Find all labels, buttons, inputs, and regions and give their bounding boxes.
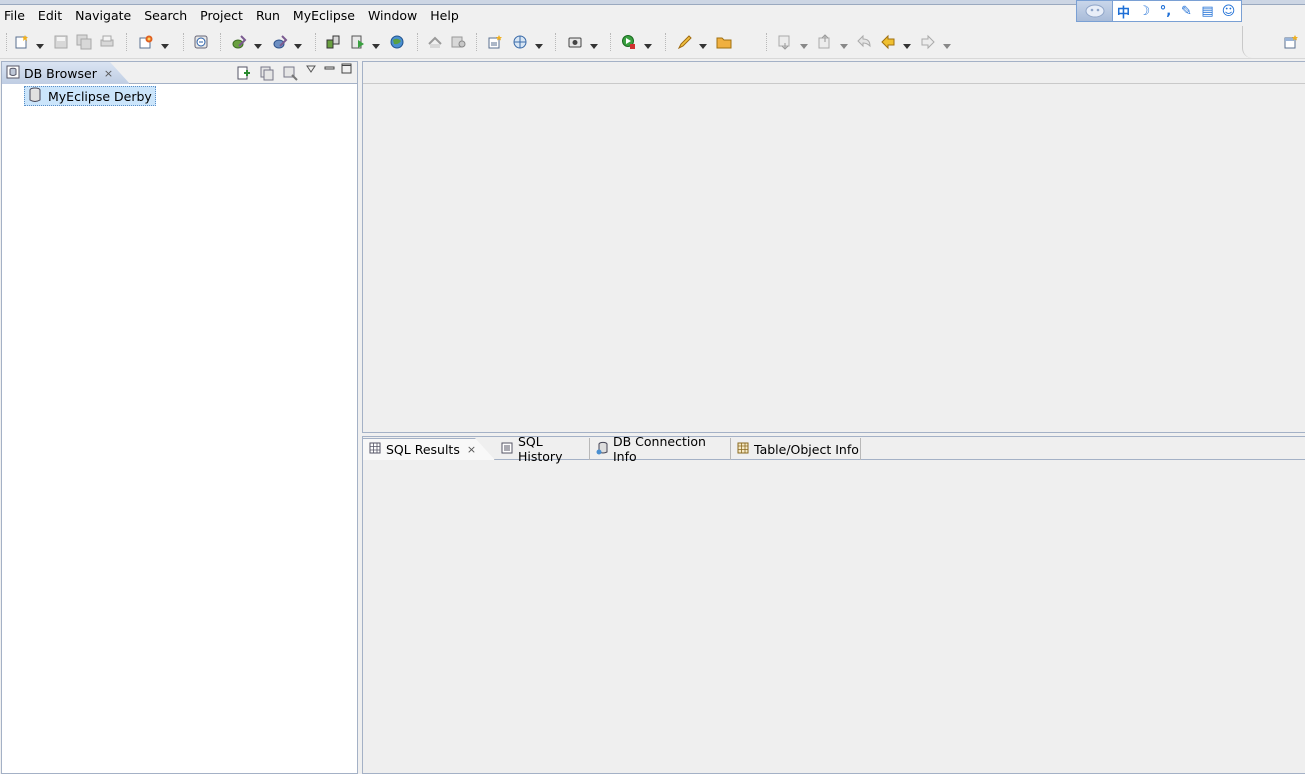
run-last-dropdown-icon[interactable] — [644, 39, 652, 49]
menu-edit[interactable]: Edit — [32, 6, 69, 26]
tree-item-label: MyEclipse Derby — [48, 88, 152, 104]
server-dropdown-icon[interactable] — [372, 39, 380, 49]
save-icon[interactable] — [52, 33, 70, 51]
history-icon — [501, 442, 513, 457]
menu-window[interactable]: Window — [362, 6, 424, 26]
tab-sql-results-label: SQL Results — [386, 442, 460, 457]
save-all-icon[interactable] — [75, 33, 93, 51]
tab-sql-history-label: SQL History — [518, 434, 563, 464]
connection-info-icon — [596, 441, 608, 458]
camera-dropdown-icon[interactable] — [590, 39, 598, 49]
toolbar-separator — [6, 33, 7, 51]
toolbar-separator — [126, 33, 127, 51]
db-browser-view: DB Browser × MyEclipse Derby — [1, 61, 358, 774]
next-annotation-icon[interactable] — [776, 33, 794, 51]
toolbar-separator — [220, 33, 221, 51]
minimize-icon[interactable] — [324, 63, 335, 79]
prev-annotation-icon[interactable] — [816, 33, 834, 51]
pencil-dropdown-icon[interactable] — [699, 39, 707, 49]
tab-sql-results[interactable]: SQL Results × — [363, 438, 495, 460]
tab-db-browser[interactable]: DB Browser × — [2, 62, 130, 84]
editor-tabbar — [363, 62, 1305, 84]
run-last-icon[interactable] — [620, 33, 638, 51]
toolbar-separator — [555, 33, 556, 51]
last-edit-icon[interactable] — [855, 33, 873, 51]
prev-annotation-dropdown-icon[interactable] — [840, 39, 848, 49]
web-dropdown-icon[interactable] — [535, 39, 543, 49]
menu-help[interactable]: Help — [424, 6, 466, 26]
table-icon — [737, 442, 749, 457]
pencil-icon[interactable] — [676, 33, 694, 51]
open-type-icon[interactable] — [192, 33, 210, 51]
toolbar-separator — [183, 33, 184, 51]
view-menu-icon[interactable] — [306, 63, 316, 79]
db-browser-tabbar: DB Browser × — [2, 62, 357, 84]
close-icon[interactable]: × — [104, 67, 113, 80]
delete-connection-icon[interactable] — [282, 65, 298, 81]
cut-icon[interactable] — [426, 33, 444, 51]
toolbar-separator — [476, 33, 477, 51]
ime-toolbar: 中 ☽ °, ✎ ▤ ☺ — [1076, 0, 1242, 22]
ime-pad-icon[interactable]: ▤ — [1197, 1, 1218, 21]
open-perspective-icon[interactable] — [1283, 34, 1299, 50]
menu-myeclipse[interactable]: MyEclipse — [287, 6, 362, 26]
print-icon[interactable] — [98, 33, 116, 51]
camera-icon[interactable] — [566, 33, 584, 51]
menu-navigate[interactable]: Navigate — [69, 6, 138, 26]
new-java-icon[interactable] — [486, 33, 504, 51]
browser-icon[interactable] — [388, 33, 406, 51]
tab-db-browser-label: DB Browser — [24, 65, 97, 81]
menu-project[interactable]: Project — [194, 6, 250, 26]
server-run-icon[interactable] — [349, 33, 367, 51]
toolbar-separator — [417, 33, 418, 51]
ime-smile-icon[interactable]: ☺ — [1218, 1, 1239, 21]
ime-logo-icon[interactable] — [1077, 1, 1113, 21]
perspective-bar — [1242, 26, 1305, 58]
run-dropdown-icon[interactable] — [294, 39, 302, 49]
sql-results-view: SQL Results × SQL History DB Connection … — [362, 434, 1305, 774]
forward-dropdown-icon[interactable] — [943, 39, 951, 49]
copy-connection-icon[interactable] — [259, 65, 275, 81]
maximize-icon[interactable] — [341, 63, 352, 79]
forward-icon[interactable] — [919, 33, 937, 51]
database-icon — [28, 87, 42, 106]
tab-sql-history[interactable]: SQL History — [495, 434, 590, 464]
new-icon[interactable] — [13, 33, 31, 51]
menu-run[interactable]: Run — [250, 6, 287, 26]
bottom-tabbar: SQL Results × SQL History DB Connection … — [363, 434, 1305, 464]
tab-db-connection-info-label: DB Connection Info — [613, 434, 706, 464]
folder-icon[interactable] — [715, 33, 733, 51]
menu-file[interactable]: File — [0, 6, 32, 26]
close-icon[interactable]: × — [467, 443, 476, 456]
db-browser-icon — [6, 65, 20, 82]
tab-table-object-info-label: Table/Object Info — [754, 441, 859, 457]
toolbar-separator — [315, 33, 316, 51]
toolbar-separator — [610, 33, 611, 51]
ime-lang-icon[interactable]: 中 — [1113, 1, 1134, 21]
back-icon[interactable] — [879, 33, 897, 51]
run-icon[interactable] — [271, 33, 289, 51]
tree-item-myeclipse-derby[interactable]: MyEclipse Derby — [24, 86, 156, 106]
debug-icon[interactable] — [230, 33, 248, 51]
new-connection-icon[interactable] — [236, 65, 252, 81]
back-dropdown-icon[interactable] — [903, 39, 911, 49]
tab-db-connection-info[interactable]: DB Connection Info — [590, 434, 731, 464]
grid-icon — [369, 442, 381, 457]
debug-dropdown-icon[interactable] — [254, 39, 262, 49]
editor-area — [362, 61, 1305, 433]
ime-tool-icon[interactable]: ✎ — [1176, 1, 1197, 21]
copy-icon[interactable] — [449, 33, 467, 51]
toolbar-separator — [766, 33, 767, 51]
web-icon[interactable] — [511, 33, 529, 51]
next-annotation-dropdown-icon[interactable] — [800, 39, 808, 49]
new-wizard-dropdown-icon[interactable] — [161, 39, 169, 49]
deploy-icon[interactable] — [324, 33, 342, 51]
ime-punct-icon[interactable]: °, — [1155, 1, 1176, 21]
new-wizard-icon[interactable] — [137, 33, 155, 51]
ime-moon-icon[interactable]: ☽ — [1134, 1, 1155, 21]
toolbar-separator — [665, 33, 666, 51]
tab-table-object-info[interactable]: Table/Object Info — [731, 438, 861, 460]
menu-search[interactable]: Search — [138, 6, 194, 26]
new-dropdown-icon[interactable] — [36, 39, 44, 49]
